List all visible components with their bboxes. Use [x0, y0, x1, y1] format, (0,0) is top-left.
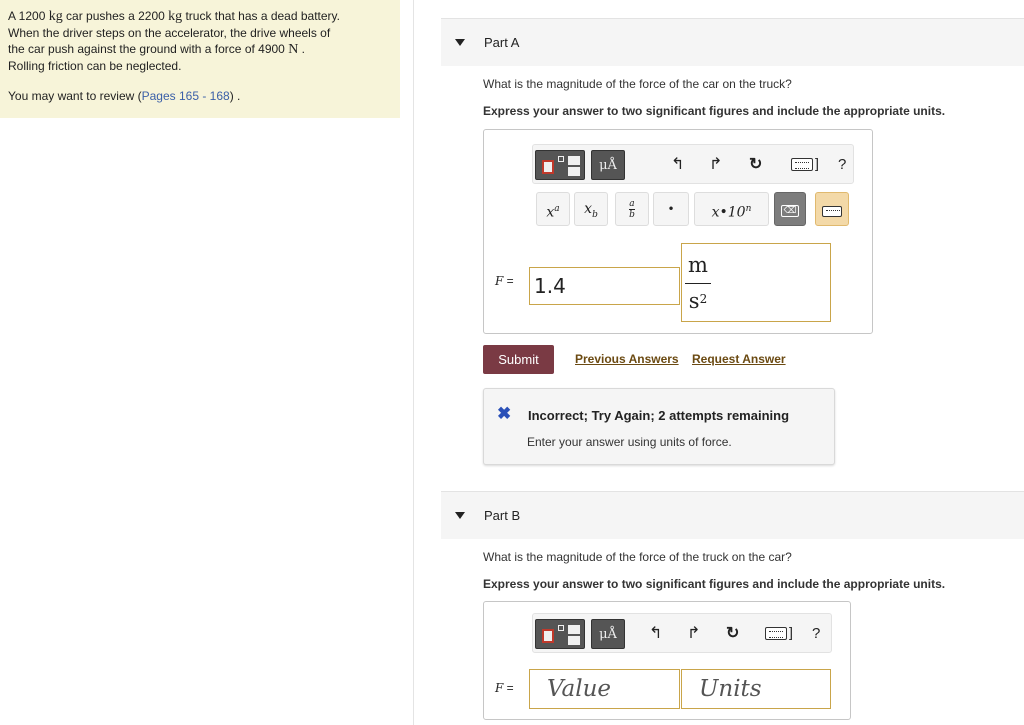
value-input[interactable]: Value [529, 669, 680, 709]
unit-kg: kg [48, 9, 63, 24]
part-b-answer-box: μÅ ↰ ↱ ↻ ] ? F = Value Units [483, 601, 851, 720]
part-a-title: Part A [484, 35, 520, 50]
part-b-toolbar: μÅ ↰ ↱ ↻ ] ? [532, 613, 832, 653]
power-button[interactable]: xa [536, 192, 570, 226]
templates-icon[interactable] [535, 150, 585, 180]
problem-text: When the driver steps on the accelerator… [8, 26, 331, 40]
keyboard-bracket: ] [815, 155, 819, 171]
keyboard-icon[interactable] [791, 158, 813, 171]
keyboard-icon[interactable] [765, 627, 787, 640]
units-input[interactable]: m s2 [681, 243, 831, 322]
problem-text: truck that has a dead battery. [182, 9, 340, 23]
undo-icon[interactable]: ↰ [671, 155, 684, 175]
problem-text: A 1200 [8, 9, 49, 23]
review-pages-link[interactable]: Pages 165 - 168 [142, 89, 230, 103]
part-a-header[interactable]: Part A [441, 18, 1024, 66]
request-answer-link[interactable]: Request Answer [692, 352, 786, 366]
unit-denominator: s2 [688, 289, 708, 313]
keyboard-bracket: ] [789, 624, 793, 640]
help-icon[interactable]: ? [838, 155, 846, 175]
submit-button[interactable]: Submit [483, 345, 554, 374]
unit-numerator: m [688, 253, 708, 277]
part-a-instruction: Express your answer to two significant f… [483, 104, 946, 118]
problem-text: Rolling friction can be neglected. [8, 59, 182, 73]
collapse-triangle-icon[interactable] [455, 39, 465, 46]
templates-icon[interactable] [535, 619, 585, 649]
review-note: You may want to review (Pages 165 - 168)… [8, 88, 392, 104]
answer-label: F = [495, 274, 514, 288]
vertical-divider [413, 0, 414, 725]
problem-text: the car push against the ground with a f… [8, 42, 289, 56]
part-b-instruction: Express your answer to two significant f… [483, 577, 946, 591]
reset-icon[interactable]: ↻ [749, 155, 762, 175]
feedback-message: Enter your answer using units of force. [527, 435, 732, 449]
units-button[interactable]: μÅ [591, 619, 625, 649]
problem-statement: A 1200 kg car pushes a 2200 kg truck tha… [8, 8, 393, 74]
review-suffix: ) . [229, 89, 241, 103]
redo-icon[interactable]: ↱ [687, 624, 700, 644]
problem-panel: A 1200 kg car pushes a 2200 kg truck tha… [0, 0, 400, 118]
collapse-triangle-icon[interactable] [455, 512, 465, 519]
keyboard-toggle-button[interactable] [815, 192, 849, 226]
part-a-question: What is the magnitude of the force of th… [483, 77, 792, 91]
review-prefix: You may want to review ( [8, 89, 142, 103]
value-input[interactable]: 1.4 [529, 267, 680, 305]
incorrect-x-icon: ✖ [497, 404, 512, 423]
unit-kg: kg [168, 9, 183, 24]
dot-button[interactable]: • [653, 192, 689, 226]
units-button[interactable]: μÅ [591, 150, 625, 180]
fraction-button[interactable]: ab [615, 192, 649, 226]
part-b-title: Part B [484, 508, 521, 523]
keyboard-icon [822, 206, 842, 217]
previous-answers-link[interactable]: Previous Answers [575, 352, 679, 366]
feedback-title: Incorrect; Try Again; 2 attempts remaini… [528, 408, 790, 423]
help-icon[interactable]: ? [812, 624, 820, 644]
sci-notation-button[interactable]: x•10n [694, 192, 769, 226]
units-input[interactable]: Units [681, 669, 831, 709]
part-b-question: What is the magnitude of the force of th… [483, 550, 792, 564]
delete-icon: ⌫ [781, 205, 799, 217]
delete-button[interactable]: ⌫ [774, 192, 806, 226]
subscript-button[interactable]: xb [574, 192, 608, 226]
unit-n: N [288, 42, 299, 57]
part-b-header[interactable]: Part B [441, 491, 1024, 539]
problem-text: car pushes a 2200 [62, 9, 169, 23]
part-a-toolbar: μÅ ↰ ↱ ↻ ] ? [532, 144, 854, 184]
undo-icon[interactable]: ↰ [649, 624, 662, 644]
reset-icon[interactable]: ↻ [726, 624, 739, 644]
part-a-answer-box: μÅ ↰ ↱ ↻ ] ? xa xb ab • x•10n ⌫ F = 1.4 … [483, 129, 873, 334]
problem-text: . [298, 42, 305, 56]
feedback-box: ✖ Incorrect; Try Again; 2 attempts remai… [483, 388, 835, 465]
redo-icon[interactable]: ↱ [709, 155, 722, 175]
unit-fraction: m s2 [685, 250, 711, 314]
answer-label: F = [495, 681, 514, 695]
